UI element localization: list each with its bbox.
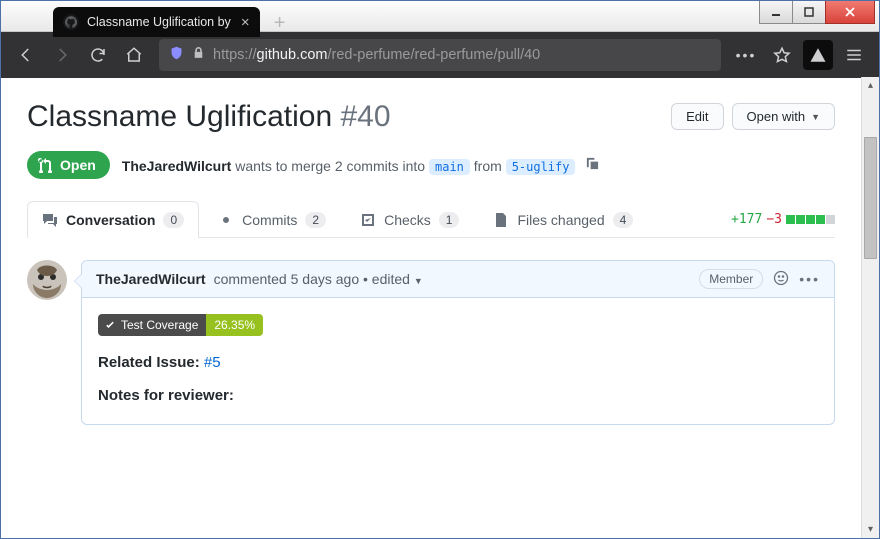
comment-meta: commented 5 days ago • edited ▼	[214, 271, 423, 287]
edit-button[interactable]: Edit	[671, 103, 723, 130]
open-with-button[interactable]: Open with▼	[732, 103, 835, 130]
github-favicon-icon	[63, 14, 79, 30]
nav-forward-button	[47, 40, 77, 70]
file-diff-icon	[493, 212, 509, 228]
nav-back-button[interactable]	[11, 40, 41, 70]
comment-kebab-menu[interactable]: •••	[799, 271, 820, 287]
copy-branch-icon[interactable]	[585, 156, 600, 171]
bookmark-star-button[interactable]	[767, 40, 797, 70]
coveralls-icon	[104, 319, 116, 331]
tab-conversation[interactable]: Conversation0	[27, 201, 199, 238]
comment-author-link[interactable]: TheJaredWilcurt	[96, 271, 206, 287]
head-branch[interactable]: 5-uglify	[506, 159, 576, 175]
new-tab-button[interactable]: +	[266, 9, 294, 37]
address-bar[interactable]: https://github.com/red-perfume/red-perfu…	[159, 39, 721, 71]
caret-down-icon: ▼	[811, 112, 820, 122]
tab-commits[interactable]: Commits2	[203, 201, 341, 238]
nav-reload-button[interactable]	[83, 40, 113, 70]
scroll-up-arrow[interactable]: ▴	[862, 77, 879, 94]
pr-title: Classname Uglification #40	[27, 99, 391, 135]
notes-heading: Notes for reviewer:	[98, 387, 818, 404]
pr-tab-nav: Conversation0 Commits2 Checks1 Files cha…	[27, 201, 835, 238]
merge-summary: TheJaredWilcurt wants to merge 2 commits…	[122, 156, 601, 174]
scroll-down-arrow[interactable]: ▾	[862, 521, 879, 538]
tracking-shield-icon[interactable]	[169, 45, 184, 65]
browser-tab[interactable]: Classname Uglification by ×	[53, 7, 260, 37]
brand-menu-button[interactable]	[803, 40, 833, 70]
window-close-button[interactable]	[825, 1, 875, 24]
checklist-icon	[360, 212, 376, 228]
nav-home-button[interactable]	[119, 40, 149, 70]
related-issue-line: Related Issue: #5	[98, 354, 818, 371]
window-minimize-button[interactable]	[759, 1, 793, 24]
lock-icon[interactable]	[192, 46, 205, 64]
pr-author-link[interactable]: TheJaredWilcurt	[122, 158, 232, 174]
related-issue-link[interactable]: #5	[204, 354, 221, 371]
git-commit-icon	[218, 212, 234, 228]
page-actions-button[interactable]: •••	[731, 40, 761, 70]
caret-down-icon[interactable]: ▼	[414, 276, 423, 286]
comment-box: TheJaredWilcurt commented 5 days ago • e…	[81, 260, 835, 425]
tab-files-changed[interactable]: Files changed4	[478, 201, 648, 238]
browser-tab-title: Classname Uglification by	[87, 15, 231, 29]
test-coverage-badge[interactable]: Test Coverage 26.35%	[98, 314, 263, 336]
base-branch[interactable]: main	[429, 159, 470, 175]
tab-checks[interactable]: Checks1	[345, 201, 474, 238]
emoji-react-button[interactable]	[773, 270, 789, 289]
tab-close-icon[interactable]: ×	[241, 15, 250, 30]
role-badge: Member	[699, 269, 763, 289]
diff-stat[interactable]: +177 −3	[731, 212, 835, 227]
comment-discussion-icon	[42, 212, 58, 228]
scroll-thumb[interactable]	[864, 137, 877, 259]
git-pull-request-icon	[37, 157, 53, 173]
app-menu-button[interactable]	[839, 40, 869, 70]
vertical-scrollbar[interactable]: ▴ ▾	[861, 77, 879, 538]
author-avatar[interactable]	[27, 260, 67, 300]
pr-state-badge: Open	[27, 151, 110, 179]
window-maximize-button[interactable]	[792, 1, 826, 24]
url-text: https://github.com/red-perfume/red-perfu…	[213, 47, 540, 63]
